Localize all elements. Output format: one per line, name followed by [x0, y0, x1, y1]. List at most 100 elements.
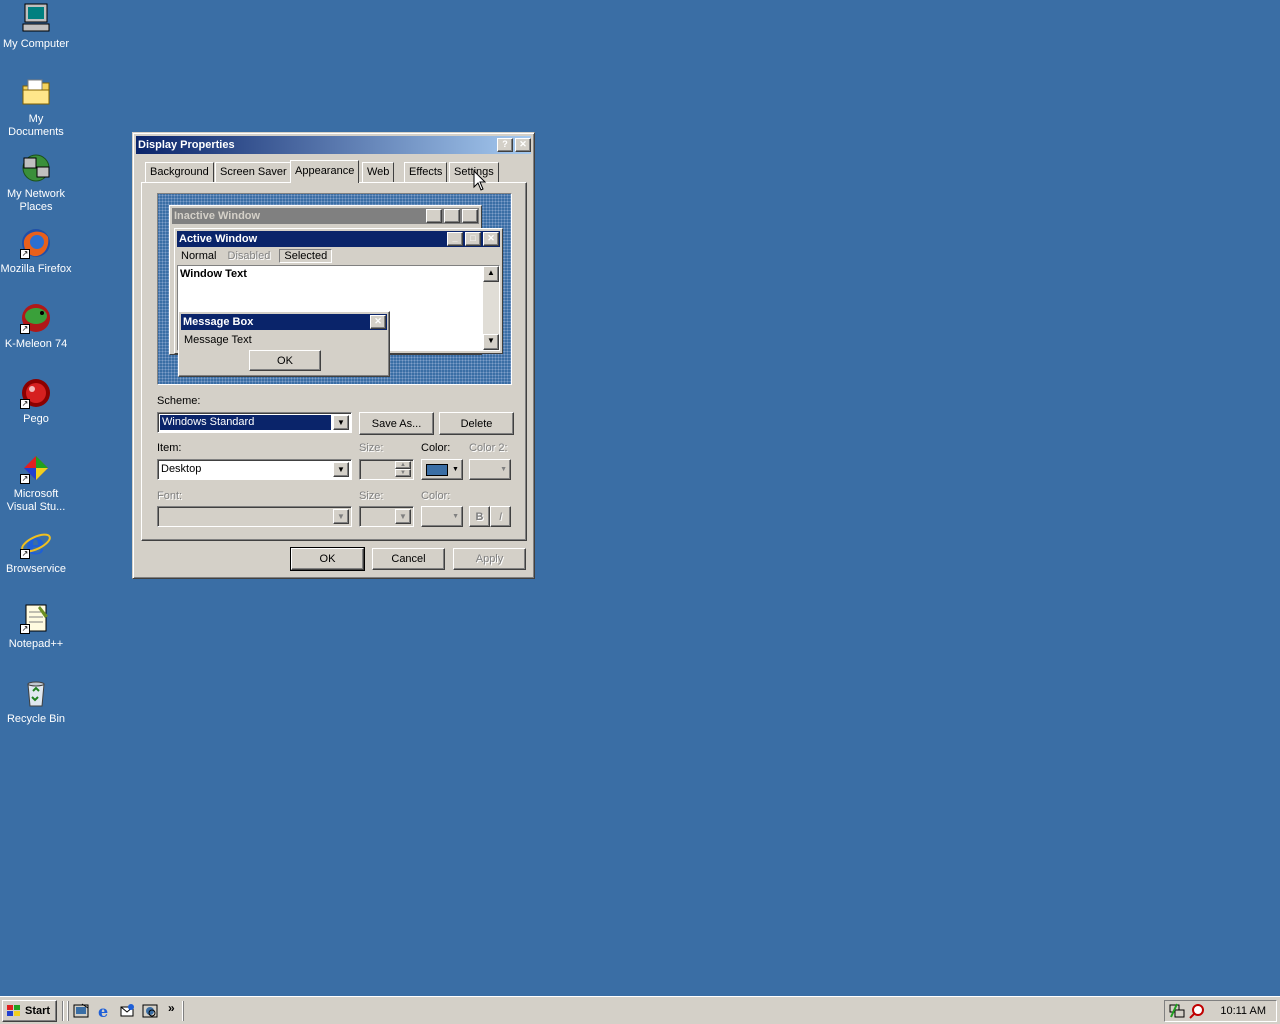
- font-dropdown: ▼: [157, 506, 352, 527]
- color2-label: Color 2:: [469, 442, 508, 454]
- desktop-icon-pego[interactable]: ↗ Pego: [0, 377, 72, 426]
- k-meleon-icon: ↗: [20, 302, 52, 334]
- tab-effects[interactable]: Effects: [404, 162, 448, 182]
- recycle-bin-icon: [20, 677, 52, 709]
- color-label: Color:: [421, 442, 451, 454]
- desktop-icon-label: Browservice: [6, 563, 66, 575]
- taskbar-separator: [62, 1001, 64, 1021]
- cancel-button[interactable]: Cancel: [372, 548, 445, 570]
- media-player-icon[interactable]: [142, 1003, 158, 1019]
- desktop-icon-label: My Network Places: [6, 188, 66, 213]
- maximize-icon: □: [465, 232, 481, 246]
- save-as-button[interactable]: Save As...: [359, 412, 434, 435]
- desktop-icon-label: Recycle Bin: [6, 713, 66, 725]
- desktop-icon-label: Pego: [23, 413, 49, 425]
- shortcut-arrow-icon: ↗: [20, 324, 30, 334]
- preview-msgbox-titlebar: Message Box ✕: [181, 314, 387, 330]
- display-properties-dialog: Display Properties ? ✕ Background Screen…: [132, 132, 535, 579]
- folder-icon: [20, 77, 52, 109]
- font-color-picker-button: ▼: [421, 506, 463, 527]
- clock[interactable]: 10:11 AM: [1220, 1005, 1266, 1017]
- desktop-icon-k-meleon[interactable]: ↗ K-Meleon 74: [0, 302, 72, 351]
- network-connection-icon[interactable]: [1169, 1003, 1185, 1019]
- spin-up-icon: ▲: [395, 461, 411, 469]
- preview-inactive-title: Inactive Window: [174, 210, 261, 222]
- minimize-icon: _: [447, 232, 463, 246]
- desktop-icon-label: Mozilla Firefox: [0, 263, 72, 275]
- system-tray: 10:11 AM: [1164, 1000, 1277, 1022]
- notepad-icon: ↗: [20, 602, 52, 634]
- item-dropdown[interactable]: Desktop ▼: [157, 459, 352, 480]
- tab-web[interactable]: Web: [362, 162, 395, 182]
- apply-button[interactable]: Apply: [453, 548, 526, 570]
- desktop-icon-recycle-bin[interactable]: Recycle Bin: [0, 677, 72, 726]
- preview-msgbox-text: Message Text: [184, 334, 252, 346]
- close-icon: ✕: [462, 209, 478, 223]
- show-desktop-icon[interactable]: [73, 1003, 89, 1019]
- delete-button[interactable]: Delete: [439, 412, 514, 435]
- security-alert-icon[interactable]: [1189, 1003, 1205, 1019]
- chevron-down-icon: ▼: [333, 415, 349, 430]
- taskbar-grip: [182, 1001, 184, 1021]
- preview-scrollbar: ▲ ▼: [483, 266, 499, 350]
- scheme-label: Scheme:: [157, 395, 201, 407]
- scheme-dropdown[interactable]: Windows Standard ▼: [157, 412, 352, 433]
- item-value: Desktop: [161, 463, 202, 475]
- start-button[interactable]: Start: [2, 1000, 57, 1022]
- ok-button[interactable]: OK: [290, 547, 365, 571]
- desktop-icon-label: Microsoft Visual Stu...: [6, 488, 66, 513]
- font-label: Font:: [157, 490, 183, 502]
- more-icon[interactable]: »: [168, 1001, 175, 1015]
- internet-explorer-icon: e ↗: [20, 527, 52, 562]
- outlook-express-icon[interactable]: [119, 1003, 135, 1019]
- help-button[interactable]: ?: [497, 138, 513, 152]
- dialog-title: Display Properties: [138, 139, 235, 151]
- minimize-icon: _: [426, 209, 442, 223]
- shortcut-arrow-icon: ↗: [20, 249, 30, 259]
- color-picker-button[interactable]: ▼: [421, 459, 463, 480]
- chevron-down-icon: ▼: [333, 509, 349, 524]
- desktop-icon-mozilla-firefox[interactable]: ↗ Mozilla Firefox: [0, 227, 72, 276]
- desktop-icon-visual-studio[interactable]: ↗ Microsoft Visual Stu...: [0, 452, 72, 514]
- desktop-icon-browservice[interactable]: e ↗ Browservice: [0, 527, 72, 576]
- spin-down-icon: ▼: [395, 469, 411, 477]
- scheme-value: Windows Standard: [160, 415, 331, 430]
- tab-screen-saver[interactable]: Screen Saver: [215, 162, 292, 182]
- desktop-icon-my-network-places[interactable]: My Network Places: [0, 152, 72, 214]
- size-label: Size:: [359, 442, 384, 454]
- shortcut-arrow-icon: ↗: [20, 549, 30, 559]
- tab-background[interactable]: Background: [145, 162, 214, 182]
- color2-picker-button: ▼: [469, 459, 511, 480]
- maximize-icon: □: [444, 209, 460, 223]
- desktop-icon-label: Notepad++: [8, 638, 64, 650]
- desktop-icon-notepad-plus-plus[interactable]: ↗ Notepad++: [0, 602, 72, 651]
- shortcut-arrow-icon: ↗: [20, 624, 30, 634]
- font-size-label: Size:: [359, 490, 384, 502]
- visual-studio-icon: ↗: [20, 452, 52, 484]
- chevron-down-icon: ▼: [333, 462, 349, 477]
- shortcut-arrow-icon: ↗: [20, 474, 30, 484]
- preview-message-box: Message Box ✕ Message Text OK: [178, 311, 390, 377]
- appearance-preview[interactable]: Inactive Window _ □ ✕ Active Window _ □ …: [157, 193, 512, 385]
- scroll-up-icon: ▲: [483, 266, 499, 282]
- preview-menu-disabled: Disabled: [227, 250, 271, 262]
- preview-msgbox-title: Message Box: [183, 316, 254, 328]
- dialog-titlebar[interactable]: Display Properties ? ✕: [136, 136, 531, 154]
- tab-appearance[interactable]: Appearance: [290, 160, 360, 183]
- chevron-down-icon: ▼: [452, 466, 459, 473]
- color-swatch: [426, 463, 448, 476]
- svg-text:e: e: [98, 1003, 108, 1019]
- desktop-icon-my-computer[interactable]: My Computer: [0, 2, 72, 51]
- shortcut-arrow-icon: ↗: [20, 399, 30, 409]
- desktop-icon-my-documents[interactable]: My Documents: [0, 77, 72, 139]
- bold-button: B: [469, 506, 490, 527]
- preview-active-title: Active Window: [179, 233, 258, 245]
- close-button[interactable]: ✕: [515, 138, 531, 152]
- preview-window-text: Window Text: [180, 268, 247, 280]
- close-icon: ✕: [483, 232, 499, 246]
- internet-explorer-icon[interactable]: e: [96, 1002, 112, 1021]
- preview-msgbox-ok-button: OK: [249, 350, 321, 371]
- pego-icon: ↗: [20, 377, 52, 409]
- item-label: Item:: [157, 442, 182, 454]
- preview-menu-selected: Selected: [279, 249, 333, 263]
